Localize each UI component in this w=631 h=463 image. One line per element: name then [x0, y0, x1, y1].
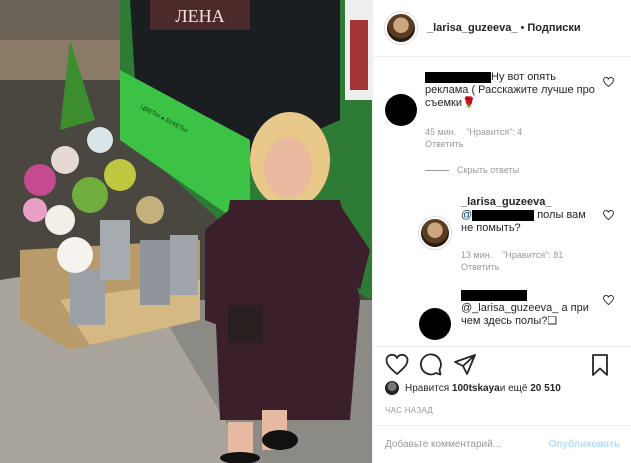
share-icon[interactable] — [453, 353, 477, 377]
comment-time: 45 мин. — [425, 127, 457, 137]
header-separator: • — [520, 22, 525, 34]
divider-line — [425, 169, 449, 171]
author-username[interactable]: _larisa_guzeeva_ — [427, 22, 518, 34]
hide-replies-link[interactable]: Скрыть ответы — [425, 165, 519, 175]
comment-icon[interactable] — [419, 353, 443, 377]
author-avatar[interactable] — [385, 12, 417, 44]
reply-link[interactable]: Ответить — [461, 262, 499, 273]
reply-link[interactable]: Ответить — [425, 139, 463, 150]
comment-text-part: реклама ( Расскажите лучше про съемки🌹 — [425, 84, 595, 109]
commenter-avatar[interactable] — [419, 308, 451, 340]
reply-meta: 13 мин. "Нравится": 81 — [461, 250, 573, 261]
reply-author-username[interactable]: _larisa_guzeeva_ — [461, 196, 552, 208]
likes-suffix: и ещё — [499, 382, 528, 394]
reply-text-part: не помыть? — [461, 222, 521, 234]
reply-text-part: полы вам — [534, 209, 586, 221]
comment-text-part: @_larisa_guzeeva_ а при — [461, 302, 589, 314]
bookmark-icon[interactable] — [588, 353, 612, 377]
heart-icon[interactable] — [603, 77, 614, 87]
comment-likes[interactable]: "Нравится": 4 — [466, 127, 522, 137]
post-timestamp: ЧАС НАЗАД — [385, 406, 434, 415]
like-heart-icon[interactable] — [385, 353, 409, 377]
reply-time: 13 мин. — [461, 250, 493, 260]
hide-replies-label: Скрыть ответы — [457, 165, 520, 175]
reply-mention[interactable]: @ — [461, 209, 472, 221]
reply-likes[interactable]: "Нравится": 81 — [502, 250, 563, 260]
redacted-username — [472, 209, 535, 221]
comment-meta: 45 мин. "Нравится": 4 — [425, 127, 532, 138]
comment-input[interactable] — [385, 439, 549, 450]
publish-button[interactable]: Опубликовать — [549, 439, 620, 450]
liker-username[interactable]: 100tskaya — [452, 383, 500, 394]
likes-count[interactable]: 20 510 — [530, 383, 561, 394]
redacted-username — [461, 289, 527, 301]
heart-icon[interactable] — [603, 295, 614, 305]
reply-author-avatar[interactable] — [419, 217, 451, 249]
comment-text: @_larisa_guzeeva_ а при чем здесь полы?❑ — [461, 289, 621, 328]
photo-illustration: ЛЕНА ЦВЕТЫ ● БУКЕТЫ — [0, 0, 372, 463]
post-actions-bar — [373, 346, 631, 383]
redacted-username — [425, 71, 491, 83]
comment-text-part: Ну вот опять — [491, 71, 556, 83]
storefront-sign-text: ЛЕНА — [175, 6, 224, 26]
commenter-avatar[interactable] — [385, 94, 417, 126]
post-panel: _larisa_guzeeva_ • Подписки Ну вот опять… — [372, 0, 631, 463]
comment-text-part: чем здесь полы?❑ — [461, 315, 558, 327]
reply-text: _larisa_guzeeva_ @ полы вам не помыть? — [461, 196, 621, 235]
add-comment-bar: Опубликовать — [373, 425, 631, 463]
comments-list: Ну вот опять реклама ( Расскажите лучше … — [373, 57, 631, 346]
comment-text: Ну вот опять реклама ( Расскажите лучше … — [425, 71, 605, 110]
likes-prefix: Нравится — [405, 382, 450, 394]
liker-avatar[interactable] — [385, 381, 399, 395]
heart-icon[interactable] — [603, 210, 614, 220]
post-header: _larisa_guzeeva_ • Подписки — [373, 0, 631, 57]
post-photo[interactable]: ЛЕНА ЦВЕТЫ ● БУКЕТЫ — [0, 0, 372, 463]
likes-summary: Нравится 100tskaya и ещё 20 510 — [385, 381, 561, 395]
follow-status-button[interactable]: Подписки — [527, 22, 580, 34]
